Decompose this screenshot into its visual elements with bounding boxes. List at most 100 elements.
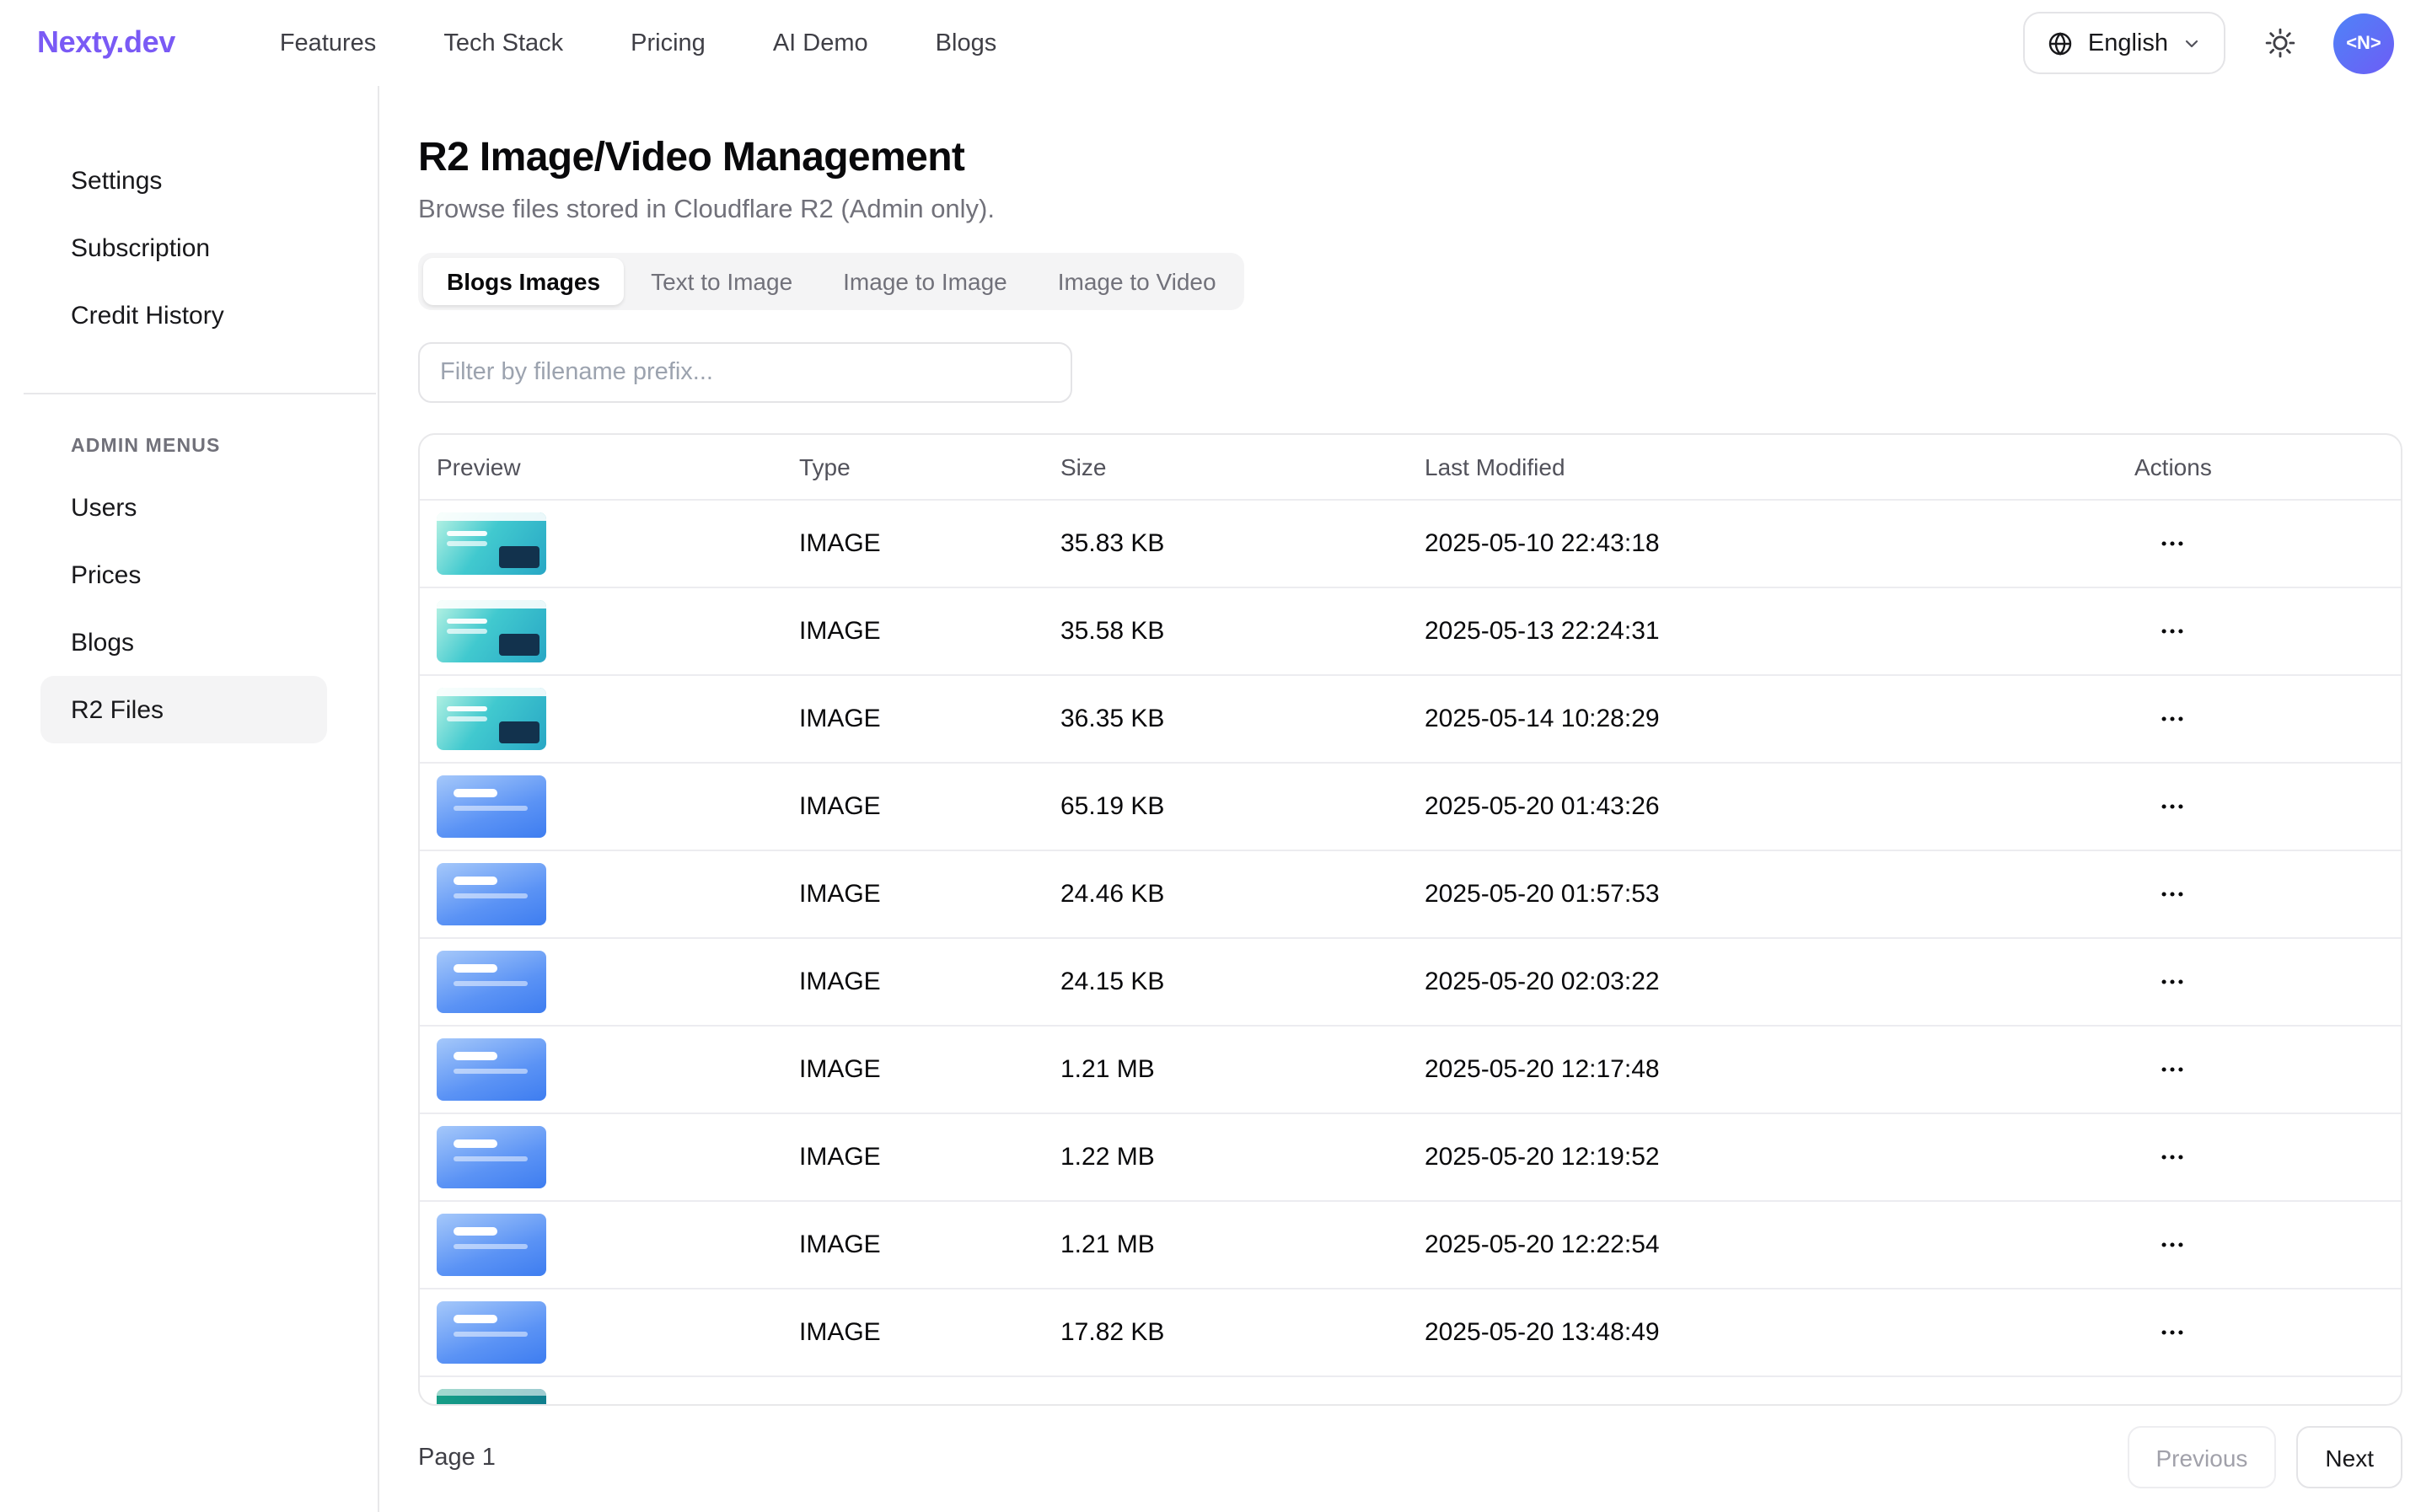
table-row [420, 1375, 2401, 1406]
filename-filter-input[interactable] [418, 342, 1072, 403]
sidebar-account-group: SettingsSubscriptionCredit History [40, 147, 327, 349]
sidebar-section-label: ADMIN MENUS [40, 437, 327, 457]
cell-last-modified: 2025-05-20 12:17:48 [1425, 1055, 2134, 1084]
row-actions-button[interactable] [2145, 698, 2200, 740]
ellipsis-icon [2158, 529, 2187, 558]
tab-image-to-image[interactable]: Image to Image [819, 258, 1031, 305]
cell-preview [437, 600, 799, 662]
nav-link-pricing[interactable]: Pricing [631, 29, 706, 56]
thumbnail-preview [437, 1038, 546, 1101]
sidebar-item-settings[interactable]: Settings [40, 147, 327, 214]
table-row: IMAGE36.35 KB2025-05-14 10:28:29 [420, 674, 2401, 762]
cell-preview [437, 1038, 799, 1101]
row-actions-button[interactable] [2145, 523, 2200, 565]
previous-page-button[interactable]: Previous [2127, 1426, 2276, 1488]
main-nav: Features Tech Stack Pricing AI Demo Blogs [280, 29, 996, 56]
table-header: PreviewTypeSizeLast ModifiedActions [420, 435, 2401, 499]
thumbnail-preview [437, 1126, 546, 1188]
cell-type: IMAGE [799, 617, 1060, 646]
nav-link-blogs[interactable]: Blogs [936, 29, 997, 56]
ellipsis-icon [2158, 617, 2187, 646]
row-actions-button[interactable] [2145, 961, 2200, 1003]
cell-last-modified: 2025-05-20 12:22:54 [1425, 1231, 2134, 1259]
tab-image-to-video[interactable]: Image to Video [1034, 258, 1240, 305]
tab-text-to-image[interactable]: Text to Image [627, 258, 816, 305]
next-page-button[interactable]: Next [2296, 1426, 2402, 1488]
table-row: IMAGE1.21 MB2025-05-20 12:17:48 [420, 1025, 2401, 1113]
sidebar-item-prices[interactable]: Prices [40, 541, 327, 609]
thumbnail-preview [437, 863, 546, 925]
sidebar-admin-group: UsersPricesBlogsR2 Files [40, 474, 327, 743]
table-row: IMAGE65.19 KB2025-05-20 01:43:26 [420, 762, 2401, 850]
theme-toggle-button[interactable] [2247, 11, 2311, 75]
cell-size: 35.83 KB [1060, 529, 1425, 558]
cell-type: IMAGE [799, 529, 1060, 558]
row-actions-button[interactable] [2145, 1136, 2200, 1178]
cell-last-modified: 2025-05-10 22:43:18 [1425, 529, 2134, 558]
page-title: R2 Image/Video Management [418, 135, 2402, 184]
cell-type: IMAGE [799, 1231, 1060, 1259]
column-header-last-modified: Last Modified [1425, 453, 2134, 480]
cell-last-modified: 2025-05-20 12:19:52 [1425, 1143, 2134, 1172]
sidebar-item-credit-history[interactable]: Credit History [40, 281, 327, 349]
cell-size: 1.21 MB [1060, 1231, 1425, 1259]
table-body: IMAGE35.83 KB2025-05-10 22:43:18IMAGE35.… [420, 499, 2401, 1406]
thumbnail-preview [437, 512, 546, 575]
row-actions-button[interactable] [2145, 1311, 2200, 1354]
column-header-size: Size [1060, 453, 1425, 480]
main-content: R2 Image/Video Management Browse files s… [379, 86, 2421, 1512]
sidebar-item-blogs[interactable]: Blogs [40, 609, 327, 676]
nav-link-ai-demo[interactable]: AI Demo [773, 29, 868, 56]
nav-link-features[interactable]: Features [280, 29, 376, 56]
cell-preview [437, 1389, 799, 1406]
sidebar-item-r2-files[interactable]: R2 Files [40, 676, 327, 743]
language-label: English [2088, 29, 2168, 56]
cell-actions [2134, 785, 2401, 828]
cell-type: IMAGE [799, 705, 1060, 733]
row-actions-button[interactable] [2145, 1048, 2200, 1091]
table-footer: Page 1 Previous Next [418, 1426, 2402, 1488]
table-row: IMAGE24.46 KB2025-05-20 01:57:53 [420, 850, 2401, 937]
cell-last-modified: 2025-05-14 10:28:29 [1425, 705, 2134, 733]
tab-bar: Blogs ImagesText to ImageImage to ImageI… [418, 253, 1245, 310]
thumbnail-preview [437, 951, 546, 1013]
user-avatar[interactable]: <N> [2333, 13, 2394, 73]
ellipsis-icon [2158, 1055, 2187, 1084]
avatar-initials: <N> [2346, 33, 2381, 53]
cell-size: 35.58 KB [1060, 617, 1425, 646]
page-layout: SettingsSubscriptionCredit History ADMIN… [0, 86, 2421, 1512]
tab-blogs-images[interactable]: Blogs Images [423, 258, 624, 305]
chevron-down-icon [2182, 33, 2202, 53]
nav-link-tech-stack[interactable]: Tech Stack [443, 29, 563, 56]
cell-actions [2134, 961, 2401, 1003]
sidebar: SettingsSubscriptionCredit History ADMIN… [0, 86, 379, 1512]
cell-actions [2134, 1136, 2401, 1178]
thumbnail-preview [437, 600, 546, 662]
table-row: IMAGE1.22 MB2025-05-20 12:19:52 [420, 1113, 2401, 1200]
cell-preview [437, 1214, 799, 1276]
ellipsis-icon [2158, 705, 2187, 733]
cell-type: IMAGE [799, 1318, 1060, 1347]
sidebar-item-subscription[interactable]: Subscription [40, 214, 327, 281]
row-actions-button[interactable] [2145, 873, 2200, 915]
cell-preview [437, 775, 799, 838]
cell-preview [437, 1126, 799, 1188]
files-table: PreviewTypeSizeLast ModifiedActions IMAG… [418, 433, 2402, 1406]
row-actions-button[interactable] [2145, 1224, 2200, 1266]
cell-preview [437, 688, 799, 750]
row-actions-button[interactable] [2145, 785, 2200, 828]
cell-preview [437, 951, 799, 1013]
thumbnail-preview [437, 1214, 546, 1276]
thumbnail-preview [437, 1301, 546, 1364]
sidebar-divider [24, 393, 376, 394]
cell-size: 1.21 MB [1060, 1055, 1425, 1084]
sidebar-item-users[interactable]: Users [40, 474, 327, 541]
cell-last-modified: 2025-05-20 02:03:22 [1425, 968, 2134, 996]
topbar-controls: English <N> [2024, 11, 2394, 75]
brand-logo[interactable]: Nexty.dev [37, 25, 175, 61]
ellipsis-icon [2158, 1231, 2187, 1259]
row-actions-button[interactable] [2145, 610, 2200, 652]
cell-last-modified: 2025-05-20 01:57:53 [1425, 880, 2134, 909]
language-selector[interactable]: English [2024, 12, 2225, 74]
column-header-actions: Actions [2134, 453, 2401, 480]
